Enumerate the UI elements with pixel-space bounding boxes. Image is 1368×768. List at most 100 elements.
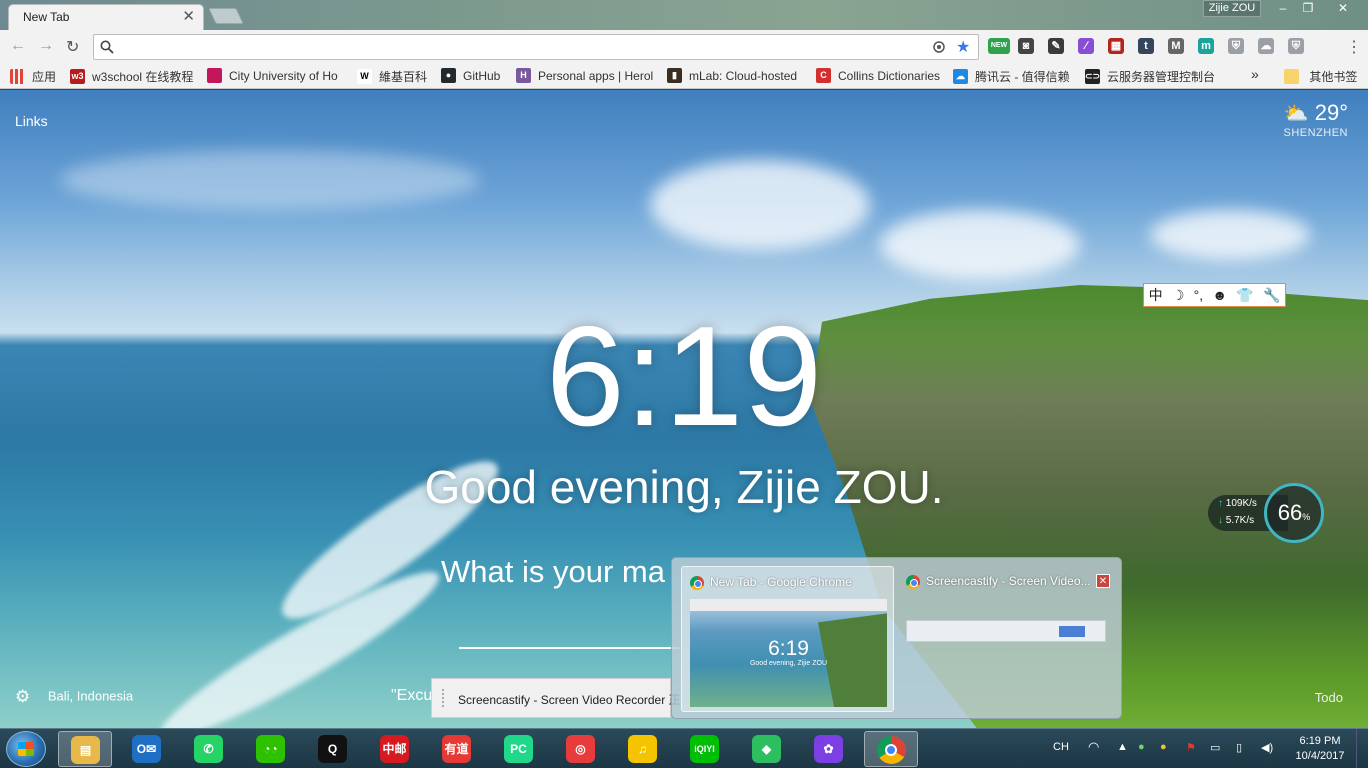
- bookmark-item[interactable]: ● GitHub: [441, 68, 507, 84]
- tumblr-extension[interactable]: t: [1138, 38, 1154, 54]
- folder-icon: [1284, 69, 1299, 84]
- focus-input-underline[interactable]: [459, 647, 679, 649]
- bookmark-item[interactable]: w3 w3school 在线教程: [70, 68, 198, 84]
- film-extension[interactable]: ▦: [1108, 38, 1124, 54]
- taskbar-app-button[interactable]: ◆: [740, 731, 794, 767]
- w3-icon: w3: [70, 69, 85, 84]
- wifi-icon[interactable]: ◠: [1088, 739, 1099, 755]
- netease-music-icon: ◎: [566, 735, 595, 763]
- taskbar-app-button[interactable]: 有道: [430, 731, 484, 767]
- evernote-extension[interactable]: ✎: [1048, 38, 1064, 54]
- todo-link[interactable]: Todo: [1315, 690, 1343, 705]
- taskbar-app-button[interactable]: ▤: [58, 731, 112, 767]
- input-language-indicator[interactable]: CH: [1053, 741, 1069, 753]
- bookmarks-overflow-icon[interactable]: »: [1251, 66, 1259, 82]
- start-button[interactable]: [6, 731, 46, 767]
- network-meter[interactable]: ↑ 109K/s ↓ 5.7K/s 66%: [1208, 483, 1325, 545]
- maximize-button[interactable]: ❐: [1296, 0, 1320, 17]
- taskbar-app-button[interactable]: Q: [306, 731, 360, 767]
- user-icon[interactable]: ☻: [1212, 287, 1227, 303]
- flag-tray-icon[interactable]: ⚑: [1186, 741, 1196, 754]
- bookmark-item[interactable]: ⊂⊃ 云服务器管理控制台: [1085, 68, 1235, 84]
- back-icon[interactable]: ←: [10, 37, 26, 55]
- minimize-button[interactable]: –: [1272, 0, 1294, 17]
- location-label: Bali, Indonesia: [47, 688, 134, 704]
- bookmark-star-icon[interactable]: ★: [956, 37, 970, 57]
- thumbnail-new-tab[interactable]: New Tab - Google Chrome 6:19 Good evenin…: [681, 566, 894, 712]
- pocket-extension[interactable]: ◙: [1018, 38, 1034, 54]
- weather-widget[interactable]: ⛅ 29° SHENZHEN: [1283, 100, 1348, 139]
- qq-icon: Q: [318, 735, 347, 763]
- tab-new-tab[interactable]: New Tab ✕: [8, 4, 204, 30]
- wechat-icon: ◔◔: [256, 735, 285, 763]
- taskbar-app-button[interactable]: ◔◔: [244, 731, 298, 767]
- iqiyi-icon: iQIYI: [690, 735, 719, 763]
- other-bookmarks-label: 其他书签: [1309, 70, 1358, 84]
- wrench-icon[interactable]: 🔧: [1263, 287, 1280, 304]
- bookmark-item[interactable]: W 維基百科: [357, 68, 431, 84]
- taskbar-app-button[interactable]: PC: [492, 731, 546, 767]
- taskbar-app-button[interactable]: ◎: [554, 731, 608, 767]
- taskbar-app-button[interactable]: ✿: [802, 731, 856, 767]
- close-window-button[interactable]: ✕: [1322, 0, 1364, 17]
- volume-icon[interactable]: ◀): [1261, 741, 1273, 754]
- thumbnail-screencastify[interactable]: Screencastify - Screen Video... ✕: [898, 566, 1116, 712]
- system-clock[interactable]: 6:19 PM 10/4/2017: [1288, 734, 1352, 764]
- taskbar-app-button[interactable]: 中邮: [368, 731, 422, 767]
- omnibox-input[interactable]: [120, 38, 920, 56]
- new-badge-extension[interactable]: NEW: [988, 38, 1010, 54]
- ime-chinese-mode[interactable]: 中: [1149, 285, 1163, 305]
- screencastify-download-chip[interactable]: Screencastify - Screen Video Recorder 正: [431, 678, 681, 718]
- bookmark-item[interactable]: ▮ mLab: Cloud-hosted: [667, 68, 807, 84]
- location-target-icon[interactable]: [932, 40, 946, 54]
- feather-extension[interactable]: ∕: [1078, 38, 1094, 54]
- chrome-icon: [906, 575, 920, 589]
- show-desktop-button[interactable]: [1356, 729, 1368, 768]
- focus-question: What is your ma: [441, 554, 665, 589]
- search-icon: [100, 40, 114, 54]
- reload-icon[interactable]: ↻: [66, 37, 79, 57]
- shield-2-extension[interactable]: ⛨: [1288, 38, 1304, 54]
- pycharm-icon: PC: [504, 735, 533, 763]
- device-tray-icon[interactable]: ▯: [1236, 741, 1242, 754]
- app-tray-icon[interactable]: ●: [1160, 741, 1167, 753]
- shield-extension[interactable]: ⛨: [1228, 38, 1244, 54]
- bookmark-label: 应用: [32, 70, 57, 84]
- bookmark-item[interactable]: 应用: [10, 68, 60, 84]
- bookmark-item[interactable]: ☁ 腾讯云 - 值得信赖: [953, 68, 1075, 84]
- cloud-extension[interactable]: ☁: [1258, 38, 1274, 54]
- taskbar-app-button[interactable]: iQIYI: [678, 731, 732, 767]
- bookmark-item[interactable]: H Personal apps | Herol: [516, 68, 660, 84]
- profile-button[interactable]: Zijie ZOU: [1203, 0, 1261, 17]
- taskbar-app-button[interactable]: O✉: [120, 731, 174, 767]
- wallpaper-cloud: [650, 160, 870, 250]
- m-extension[interactable]: m: [1198, 38, 1214, 54]
- settings-gear-icon[interactable]: ⚙: [15, 687, 30, 707]
- bookmark-item[interactable]: C Collins Dictionaries: [816, 68, 944, 84]
- wechat-tray-icon[interactable]: ●: [1138, 741, 1145, 753]
- network-tray-icon[interactable]: ▭: [1210, 741, 1220, 754]
- bookmark-item[interactable]: City University of Ho: [207, 68, 347, 84]
- other-bookmarks-folder[interactable]: 其他书签: [1284, 68, 1357, 84]
- bookmark-label: 云服务器管理控制台: [1107, 70, 1216, 84]
- new-tab-button[interactable]: [208, 8, 244, 24]
- taskbar-app-button[interactable]: [864, 731, 918, 767]
- thumbnail-close-icon[interactable]: ✕: [1096, 574, 1110, 588]
- skin-shirt-icon[interactable]: 👕: [1236, 287, 1253, 304]
- omnibox[interactable]: ★: [93, 34, 979, 60]
- tab-close-icon[interactable]: ✕: [182, 7, 195, 25]
- tray-expand-icon[interactable]: ▲: [1117, 741, 1128, 753]
- punctuation-icon[interactable]: °,: [1194, 287, 1204, 303]
- moon-icon[interactable]: ☽: [1172, 287, 1185, 304]
- taskbar-app-button[interactable]: ✆: [182, 731, 236, 767]
- links-link[interactable]: Links: [15, 113, 48, 129]
- chrome-menu-icon[interactable]: ⋮: [1346, 37, 1362, 57]
- photo-location[interactable]: ⚙ Bali, Indonesia: [15, 687, 133, 707]
- bookmarks-bar: 应用 w3 w3school 在线教程 City University of Ho W 維…: [0, 63, 1368, 89]
- forward-icon[interactable]: →: [38, 37, 54, 55]
- ime-toolbar[interactable]: 中 ☽ °, ☻ 👕 🔧: [1143, 283, 1286, 307]
- drag-grip-icon[interactable]: [442, 689, 446, 707]
- cityu-icon: [207, 68, 222, 84]
- gmail-extension[interactable]: M: [1168, 38, 1184, 54]
- taskbar-app-button[interactable]: ♫: [616, 731, 670, 767]
